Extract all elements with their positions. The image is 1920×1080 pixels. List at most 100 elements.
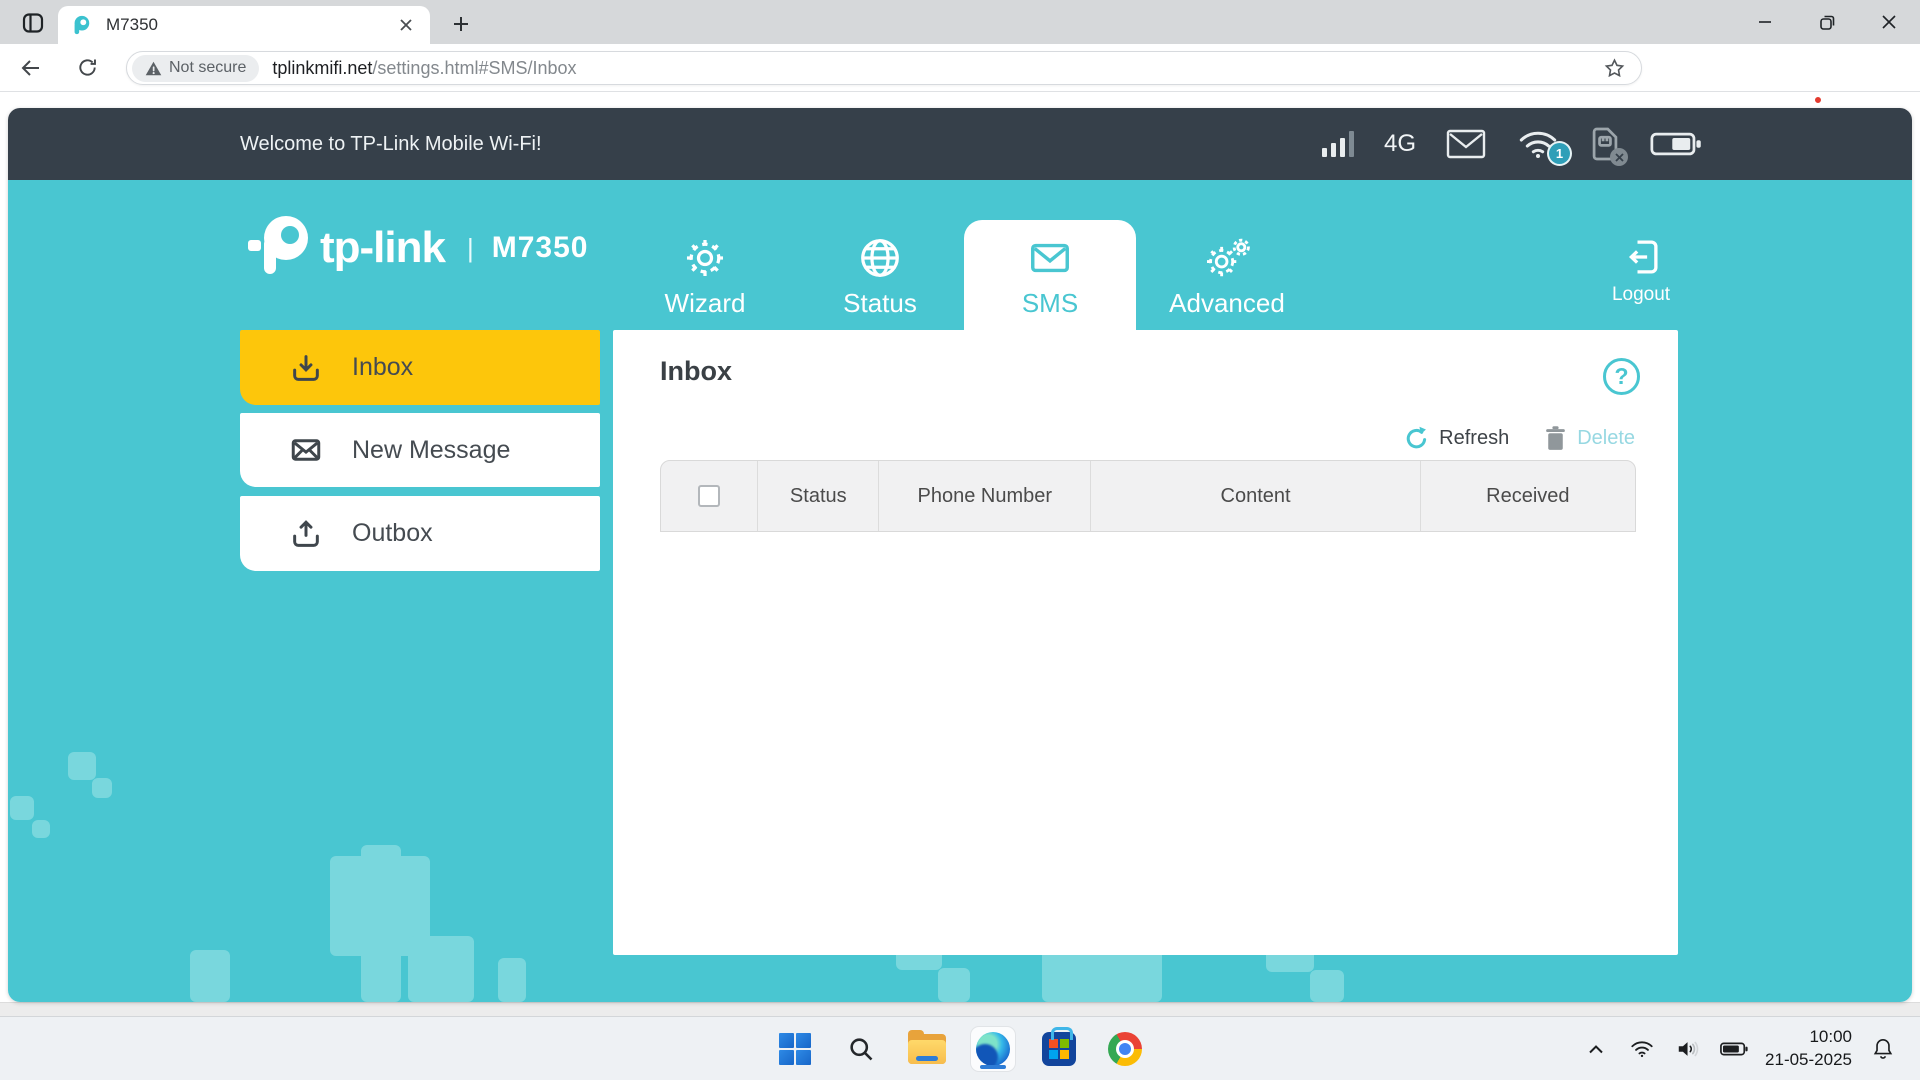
welcome-text: Welcome to TP-Link Mobile Wi-Fi! [240,133,1322,156]
logout-label: Logout [1612,284,1670,306]
page-viewport: Welcome to TP-Link Mobile Wi-Fi! 4G 1 [0,92,1920,1016]
tab-title: M7350 [106,15,394,35]
clock-time: 10:00 [1765,1026,1852,1048]
sidebar-item-outbox[interactable]: Outbox [240,496,600,571]
tab-advanced-label: Advanced [1169,288,1285,319]
browser-tab-strip: M7350 [0,0,1920,44]
logout-icon [1620,236,1662,278]
address-bar[interactable]: Not secure tplinkmifi.net/settings.html#… [126,51,1642,85]
select-all-checkbox[interactable] [698,485,720,507]
network-type-label: 4G [1384,130,1416,158]
refresh-label: Refresh [1439,427,1509,450]
close-window-button[interactable] [1858,0,1920,44]
brand-logo: tp-link | M7350 [248,214,588,282]
tab-close-icon[interactable] [394,13,418,37]
help-question-mark: ? [1614,363,1628,390]
notification-bell-icon[interactable] [1868,1031,1898,1067]
sidebar-new-message-label: New Message [352,436,510,465]
page-title: Inbox [660,356,732,387]
column-status: Status [758,461,879,531]
reload-button[interactable] [70,51,104,85]
sms-table-header: Status Phone Number Content Received [660,460,1636,532]
deco-block [498,958,526,1002]
sms-table: Status Phone Number Content Received [660,460,1636,532]
folder-icon [908,1034,946,1064]
tab-status-label: Status [843,288,917,319]
tab-status[interactable]: Status [795,232,965,332]
file-explorer-button[interactable] [905,1027,949,1071]
security-label: Not secure [169,59,246,77]
tab-sms-active[interactable]: SMS [965,232,1135,332]
tab-sms-label: SMS [1022,288,1078,319]
deco-block [10,796,34,820]
restore-button[interactable] [1796,0,1858,44]
url-path: /settings.html#SMS/Inbox [372,58,576,78]
wifi-status-icon: 1 [1516,128,1560,160]
header-checkbox-cell [661,461,758,531]
brand-model: M7350 [492,231,589,265]
help-button[interactable]: ? [1603,358,1640,395]
tray-battery-icon[interactable] [1719,1031,1749,1067]
windows-logo-icon [779,1033,811,1065]
tray-volume-icon[interactable] [1673,1031,1703,1067]
chrome-browser-button[interactable] [1103,1027,1147,1071]
search-icon [847,1035,875,1063]
delete-button[interactable]: Delete [1543,425,1635,452]
tray-wifi-icon[interactable] [1627,1031,1657,1067]
advanced-gears-icon [1202,232,1252,284]
table-actions: Refresh Delete [1403,425,1635,452]
tplink-logo-icon [248,214,310,282]
device-status-icons: 4G 1 [1322,126,1912,162]
deco-block [32,820,50,838]
refresh-icon [1403,425,1430,452]
back-button[interactable] [14,51,48,85]
url-text: tplinkmifi.net/settings.html#SMS/Inbox [272,58,1597,79]
sim-error-badge [1610,148,1628,166]
device-header: Welcome to TP-Link Mobile Wi-Fi! 4G 1 [8,108,1912,180]
logout-button[interactable]: Logout [1596,236,1686,306]
browser-toolbar: Not secure tplinkmifi.net/settings.html#… [0,44,1920,92]
deco-block [92,778,112,798]
deco-block [190,950,230,1002]
wifi-clients-badge: 1 [1549,143,1570,164]
sidebar-item-new-message[interactable]: New Message [240,413,600,487]
minimize-button[interactable] [1734,0,1796,44]
tab-advanced[interactable]: Advanced [1142,232,1312,332]
microsoft-store-button[interactable] [1037,1027,1081,1071]
system-tray: 10:00 21-05-2025 [1581,1017,1920,1080]
column-content: Content [1091,461,1420,531]
brand-separator: | [467,233,474,264]
tab-wizard[interactable]: Wizard [620,232,790,332]
tplink-favicon [70,14,92,36]
new-tab-button[interactable] [446,10,476,38]
bookmark-star-icon[interactable] [1597,51,1631,85]
trash-icon [1543,425,1568,452]
store-icon [1042,1032,1076,1066]
profile-notification-dot [1813,95,1823,105]
tab-actions-menu-icon[interactable] [16,8,50,38]
sms-envelope-icon [1027,232,1073,284]
security-chip[interactable]: Not secure [132,55,259,82]
edge-browser-button[interactable] [971,1027,1015,1071]
edge-icon [976,1032,1010,1066]
browser-tab[interactable]: M7350 [58,6,430,44]
inbox-icon [286,351,326,385]
app-body: tp-link | M7350 Wizard Status [8,180,1912,1002]
brand-name: tp-link [320,223,445,273]
new-message-icon [286,433,326,467]
hidden-icons-chevron[interactable] [1581,1031,1611,1067]
clock-date: 21-05-2025 [1765,1049,1852,1071]
clock[interactable]: 10:00 21-05-2025 [1765,1026,1852,1070]
window-controls [1734,0,1920,44]
deco-block [68,752,96,780]
sidebar-item-inbox[interactable]: Inbox [240,330,600,405]
column-phone-number: Phone Number [879,461,1091,531]
tab-wizard-label: Wizard [665,288,746,319]
signal-strength-icon [1322,131,1354,157]
deco-block [938,968,970,1002]
sim-card-icon [1590,126,1620,162]
url-domain: tplinkmifi.net [272,58,372,78]
start-button[interactable] [773,1027,817,1071]
refresh-button[interactable]: Refresh [1403,425,1509,452]
search-button[interactable] [839,1027,883,1071]
